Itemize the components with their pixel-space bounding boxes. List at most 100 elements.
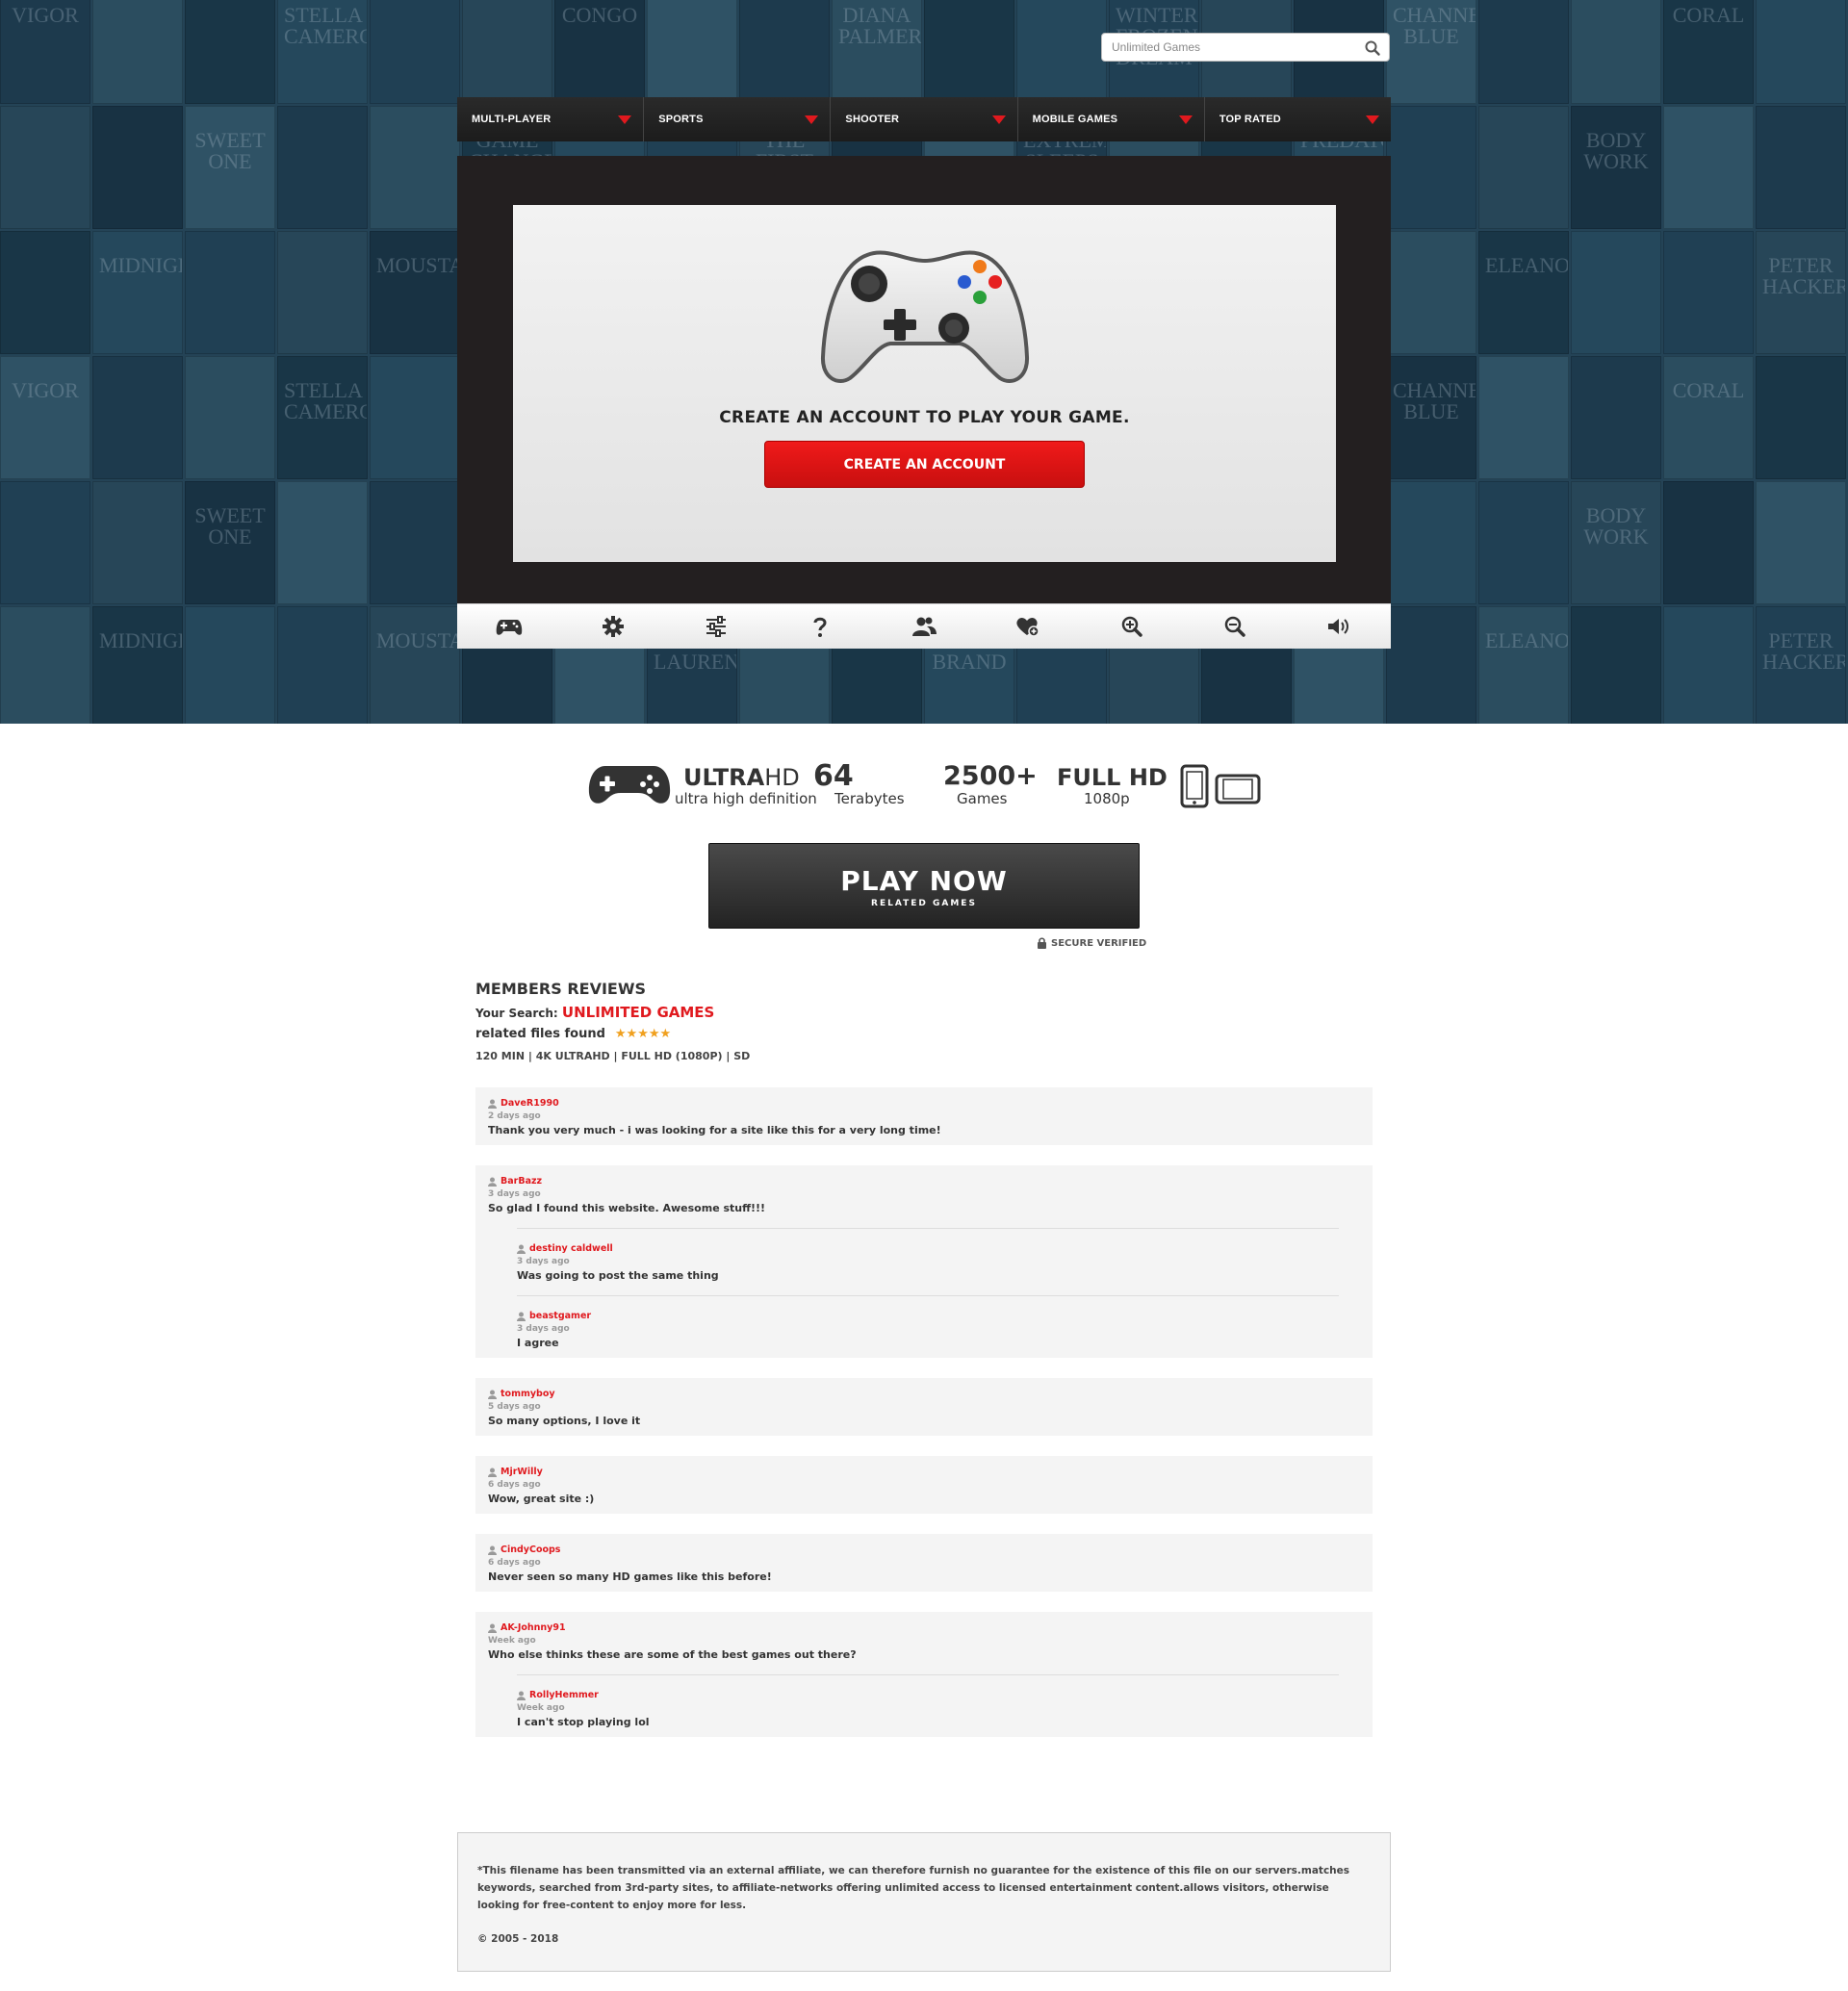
- stat-games-value: 2500+: [943, 761, 1038, 791]
- user-icon: [488, 1623, 497, 1633]
- review-card: AK-Johnny91 Week ago Who else thinks these…: [475, 1612, 1373, 1737]
- search-input[interactable]: [1112, 38, 1352, 56]
- tool-zoom-in[interactable]: [1080, 604, 1184, 649]
- lock-icon: [1038, 937, 1046, 949]
- comment-header: beastgamer: [517, 1310, 1339, 1322]
- caret-down-icon: [1366, 115, 1380, 124]
- nav-item-label: SHOOTER: [845, 114, 900, 125]
- category-nav: MULTI-PLAYER SPORTS SHOOTER MOBILE GAMES…: [457, 97, 1392, 141]
- create-account-button[interactable]: CREATE AN ACCOUNT: [764, 441, 1085, 488]
- nav-item-label: MOBILE GAMES: [1032, 114, 1118, 125]
- review-card: CindyCoops 6 days ago Never seen so many H…: [475, 1534, 1373, 1592]
- comment-username[interactable]: CindyCoops: [500, 1544, 560, 1555]
- stat-ultrahd-light: HD: [764, 764, 800, 791]
- tool-help[interactable]: [768, 604, 872, 649]
- nav-item-label: SPORTS: [658, 114, 704, 125]
- tool-settings[interactable]: [561, 604, 665, 649]
- nav-item-top-rated[interactable]: TOP RATED: [1204, 97, 1392, 141]
- comment-timestamp: 3 days ago: [517, 1324, 570, 1334]
- user-icon: [488, 1545, 497, 1555]
- comment-text: Was going to post the same thing: [517, 1269, 719, 1282]
- stat-storage-unit: Terabytes: [834, 790, 905, 807]
- nav-item-shooter[interactable]: SHOOTER: [831, 97, 1018, 141]
- player-panel: CREATE AN ACCOUNT TO PLAY YOUR GAME. CRE…: [513, 205, 1336, 562]
- caret-down-icon: [1178, 115, 1193, 124]
- stat-ultrahd-caption: ultra high definition: [675, 790, 817, 807]
- sliders-icon: [706, 616, 727, 637]
- search-summary: Your Search: UNLIMITED GAMES: [475, 1004, 1371, 1021]
- comment-timestamp: 6 days ago: [488, 1558, 541, 1568]
- tool-zoom-out[interactable]: [1183, 604, 1287, 649]
- stat-ultrahd-bold: ULTRA: [683, 764, 765, 791]
- user-icon: [488, 1099, 497, 1109]
- search-summary-prefix: Your Search:: [475, 1007, 558, 1020]
- comment-username[interactable]: RollyHemmer: [529, 1690, 599, 1700]
- player-toolbar: [457, 603, 1391, 649]
- footer: *This filename has been transmitted via …: [457, 1832, 1391, 1972]
- stat-hd-value: FULL HD: [1057, 764, 1168, 791]
- play-now-button[interactable]: PLAY NOW RELATED GAMES: [708, 843, 1140, 929]
- files-found-text: related files found: [475, 1027, 605, 1041]
- comment-header: RollyHemmer: [517, 1689, 1339, 1701]
- comment-text: I agree: [517, 1337, 559, 1349]
- feature-stats: ULTRAHD ultra high definition 64 Terabyt…: [0, 751, 1848, 837]
- nav-item-label: MULTI-PLAYER: [472, 114, 552, 125]
- user-icon: [517, 1244, 526, 1254]
- rating-stars-icon: ★★★★★: [614, 1027, 672, 1041]
- heart-plus-icon: [1016, 618, 1040, 637]
- nav-item-sports[interactable]: SPORTS: [644, 97, 832, 141]
- user-icon: [488, 1390, 497, 1399]
- nav-item-mobile-games[interactable]: MOBILE GAMES: [1017, 97, 1205, 141]
- tool-gamepad[interactable]: [457, 604, 561, 649]
- comment-header: tommyboy: [488, 1388, 1360, 1400]
- controller-icon: [820, 250, 1030, 384]
- comment-header: DaveR1990: [488, 1097, 1360, 1110]
- users-icon: [912, 617, 937, 636]
- play-now-label: PLAY NOW: [840, 865, 1008, 897]
- nav-item-multi-player[interactable]: MULTI-PLAYER: [457, 97, 645, 141]
- comment-username[interactable]: MjrWilly: [500, 1467, 543, 1477]
- comment-timestamp: 6 days ago: [488, 1480, 541, 1490]
- stat-ultrahd: ULTRAHD: [683, 764, 800, 791]
- user-icon: [488, 1468, 497, 1477]
- comment-username[interactable]: DaveR1990: [500, 1098, 559, 1109]
- comment-text: So many options, I love it: [488, 1415, 641, 1427]
- play-now-sublabel: RELATED GAMES: [871, 899, 977, 908]
- disclaimer-text: *This filename has been transmitted via …: [477, 1865, 1350, 1911]
- comment-header: AK-Johnny91: [488, 1621, 1360, 1634]
- comment-text: Who else thinks these are some of the be…: [488, 1648, 857, 1661]
- comment-header: MjrWilly: [488, 1466, 1360, 1478]
- tool-volume[interactable]: [1287, 604, 1391, 649]
- user-icon: [488, 1177, 497, 1187]
- search-box[interactable]: [1101, 33, 1390, 62]
- devices-icon: [1180, 764, 1261, 808]
- comment-username[interactable]: destiny caldwell: [529, 1243, 613, 1254]
- comment-username[interactable]: beastgamer: [529, 1311, 591, 1321]
- comment-username[interactable]: BarBazz: [500, 1176, 542, 1187]
- gamepad-icon: [496, 620, 523, 635]
- review-reply: RollyHemmer Week ago I can't stop playing …: [517, 1674, 1339, 1728]
- comment-timestamp: 3 days ago: [517, 1257, 570, 1266]
- review-card: DaveR1990 2 days ago Thank you very much -…: [475, 1087, 1373, 1145]
- comment-text: Thank you very much - i was looking for …: [488, 1124, 941, 1136]
- comment-username[interactable]: AK-Johnny91: [500, 1622, 566, 1633]
- volume-icon: [1328, 619, 1349, 634]
- comment-header: destiny caldwell: [517, 1242, 1339, 1255]
- caret-down-icon: [991, 115, 1006, 124]
- zoom-in-icon: [1121, 616, 1142, 637]
- search-icon[interactable]: [1364, 39, 1381, 57]
- gear-icon: [602, 616, 624, 637]
- secure-verified-label: SECURE VERIFIED: [1051, 937, 1147, 949]
- formats-line: 120 MIN | 4K ULTRAHD | FULL HD (1080P) |…: [475, 1050, 751, 1062]
- gamepad-icon: [588, 766, 671, 804]
- comment-header: BarBazz: [488, 1175, 1360, 1187]
- comment-username[interactable]: tommyboy: [500, 1389, 555, 1399]
- tool-adjust[interactable]: [665, 604, 769, 649]
- caret-down-icon: [805, 115, 819, 124]
- comment-timestamp: 5 days ago: [488, 1402, 541, 1412]
- tool-friends[interactable]: [872, 604, 976, 649]
- comment-text: Wow, great site :): [488, 1493, 595, 1505]
- tool-favorite[interactable]: [976, 604, 1080, 649]
- reviews-list: DaveR1990 2 days ago Thank you very much -…: [475, 1087, 1373, 1757]
- game-player: CREATE AN ACCOUNT TO PLAY YOUR GAME. CRE…: [457, 156, 1391, 603]
